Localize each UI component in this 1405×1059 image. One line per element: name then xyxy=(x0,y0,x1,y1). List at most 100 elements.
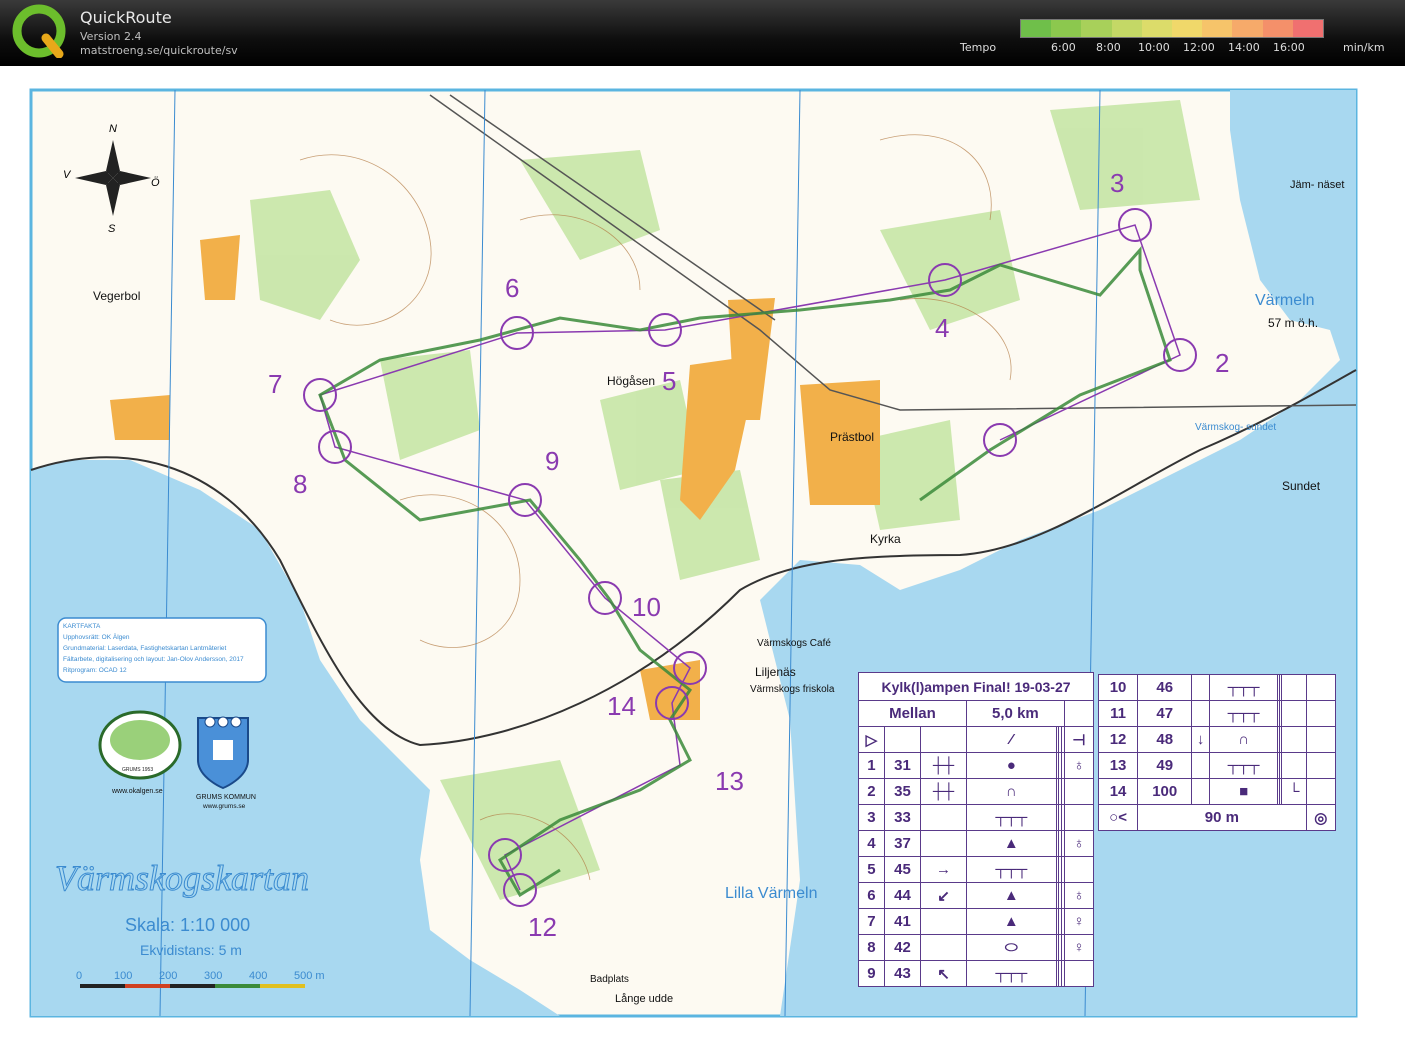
tempo-color-swatch xyxy=(1262,20,1293,37)
place-prastbol: Prästbol xyxy=(830,430,874,444)
control-index: 8 xyxy=(858,934,885,961)
kartfakta-box: KARTFAKTA Upphovsrätt: OK Älgen Grundmat… xyxy=(57,617,267,683)
control-index: 13 xyxy=(1097,752,1139,779)
triangle-icon: ▲ xyxy=(965,908,1057,935)
tempo-tick: 8:00 xyxy=(1096,41,1121,54)
control-code: 41 xyxy=(883,908,922,935)
corner-icon: └ xyxy=(1281,778,1307,805)
kartfakta-line: Ritprogram: OCAD 12 xyxy=(63,667,127,674)
tempo-color-swatch xyxy=(1111,20,1142,37)
control-number: 9 xyxy=(545,446,559,476)
kommun-name: GRUMS KOMMUN xyxy=(196,794,256,801)
kartfakta-heading: KARTFAKTA xyxy=(63,623,101,630)
control-number: 14 xyxy=(607,691,636,721)
arrow-sw-icon: ↙ xyxy=(920,882,967,909)
control-code: 35 xyxy=(883,778,922,805)
map-scale: Skala: 1:10 000 xyxy=(125,915,250,935)
app-url[interactable]: matstroeng.se/quickroute/sv xyxy=(80,44,238,57)
control-number: 13 xyxy=(715,766,744,796)
app-version: Version 2.4 xyxy=(80,30,142,43)
tempo-unit: min/km xyxy=(1343,41,1385,54)
scale-tick: 200 xyxy=(159,970,177,982)
map-title: Värmskogskartan xyxy=(55,858,309,898)
control-number: 3 xyxy=(1110,168,1124,198)
finish-distance: 90 m xyxy=(1137,804,1307,831)
control-code: 44 xyxy=(883,882,922,909)
control-description-table-continued: 10 46 ┬┬┬ 11 47 ┬┬┬ 12 48 ↓ ∩ 13 49 ┬┬┬ 14 100 ■ └ ○… xyxy=(1097,674,1337,831)
control-code: 47 xyxy=(1137,700,1193,727)
control-description-table: Kylk(l)ampen Final! 19-03-27 Mellan 5,0 … xyxy=(858,672,1095,987)
cliff-icon: ┬┬┬ xyxy=(1208,752,1279,779)
kartfakta-line: Upphovsrätt: OK Älgen xyxy=(63,633,130,641)
club-url: www.okalgen.se xyxy=(111,788,163,795)
place-cafe: Värmskogs Café xyxy=(757,638,831,649)
control-code: 37 xyxy=(883,830,922,857)
shape-icon: ♀ xyxy=(1063,908,1095,935)
map-contour: Ekvidistans: 5 m xyxy=(140,942,242,958)
shape-icon: ♁ xyxy=(1063,882,1095,909)
event-title: Kylk(l)ampen Final! 19-03-27 xyxy=(858,672,1094,701)
place-kyrka: Kyrka xyxy=(870,532,901,546)
control-code: 46 xyxy=(1137,674,1193,701)
place-varmeln-height: 57 m ö.h. xyxy=(1268,316,1318,330)
dot-icon: ● xyxy=(965,752,1057,779)
control-number: 5 xyxy=(662,366,676,396)
triangle-icon: ▲ xyxy=(965,882,1057,909)
orienteering-map[interactable]: 2 3 4 5 6 7 8 9 10 12 13 14 N S Ö V Vege… xyxy=(0,66,1405,1059)
compass-east: Ö xyxy=(151,177,160,189)
control-code: 33 xyxy=(883,804,922,831)
control-code: 100 xyxy=(1137,778,1193,805)
knoll-icon: ∩ xyxy=(1208,726,1279,753)
place-vegerbol: Vegerbol xyxy=(93,289,140,303)
tempo-color-swatch xyxy=(1021,20,1052,37)
course-class: Mellan xyxy=(858,700,967,727)
stream-slash-icon: ⁄ xyxy=(965,726,1057,753)
tempo-label: Tempo xyxy=(960,41,997,54)
arrow-right-icon: → xyxy=(920,856,967,883)
control-index: 1 xyxy=(858,752,885,779)
control-code: 42 xyxy=(883,934,922,961)
grums-kommun-logo-icon: GRUMS KOMMUN www.grums.se xyxy=(196,716,256,810)
tempo-color-swatch xyxy=(1051,20,1082,37)
place-jamnaset: Jäm- näset xyxy=(1290,179,1344,191)
place-varmeln: Värmeln xyxy=(1255,292,1315,309)
arrow-down-icon: ↓ xyxy=(1191,726,1210,753)
control-code: 43 xyxy=(883,960,922,987)
control-number: 12 xyxy=(528,912,557,942)
cliff-icon: ┬┬┬ xyxy=(965,804,1057,831)
control-number: 10 xyxy=(632,592,661,622)
place-sundet: Sundet xyxy=(1282,479,1321,493)
scale-tick: 300 xyxy=(204,970,222,982)
triangle-icon: ▲ xyxy=(965,830,1057,857)
control-index: 11 xyxy=(1097,700,1139,727)
tempo-tick: 16:00 xyxy=(1273,41,1305,54)
place-badplats: Badplats xyxy=(590,974,629,985)
arrow-nw-icon: ↖ xyxy=(920,960,967,987)
scale-tick: 0 xyxy=(76,970,82,982)
tempo-color-swatch xyxy=(1232,20,1263,37)
control-index: 9 xyxy=(858,960,885,987)
compass-south: S xyxy=(108,223,116,235)
control-index: 10 xyxy=(1097,674,1139,701)
shape-icon: ♁ xyxy=(1063,752,1095,779)
scale-tick: 100 xyxy=(114,970,132,982)
place-friskola: Värmskogs friskola xyxy=(750,684,835,695)
cliff-icon: ┬┬┬ xyxy=(1208,700,1279,727)
control-index: 12 xyxy=(1097,726,1139,753)
tempo-color-swatch xyxy=(1172,20,1203,37)
control-number: 2 xyxy=(1215,348,1229,378)
cliff-icon: ┬┬┬ xyxy=(965,856,1057,883)
fence-icon: ┼┼ xyxy=(920,778,967,805)
control-index: 7 xyxy=(858,908,885,935)
tempo-tick: 14:00 xyxy=(1228,41,1260,54)
scale-tick: 400 xyxy=(249,970,267,982)
app-header: QuickRoute Version 2.4 matstroeng.se/qui… xyxy=(0,0,1405,66)
course-length: 5,0 km xyxy=(965,700,1065,727)
knoll-icon: ∩ xyxy=(965,778,1057,805)
control-number: 8 xyxy=(293,469,307,499)
tempo-tick: 10:00 xyxy=(1138,41,1170,54)
crossing-icon: ⊣ xyxy=(1063,726,1095,753)
tempo-color-swatch xyxy=(1292,20,1324,37)
tempo-color-swatch xyxy=(1081,20,1112,37)
square-icon: ■ xyxy=(1208,778,1279,805)
